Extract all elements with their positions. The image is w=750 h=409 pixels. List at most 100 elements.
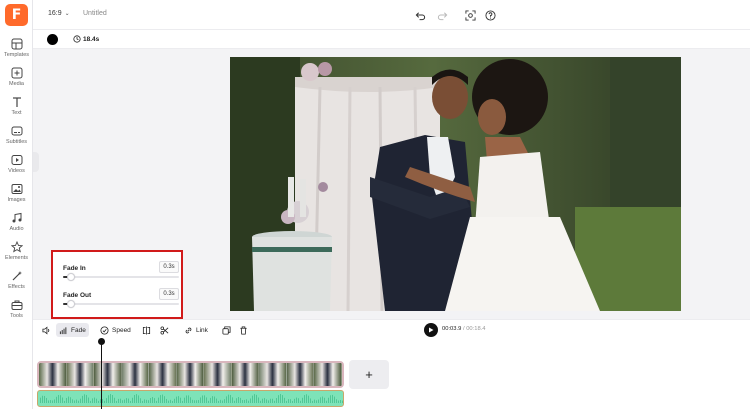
- waveform-bar: [98, 400, 99, 403]
- waveform-bar: [286, 400, 287, 403]
- music-note-icon: [12, 212, 21, 223]
- aspect-ratio-dropdown[interactable]: 16:9 ⌄: [48, 10, 70, 17]
- waveform-bar: [138, 395, 139, 403]
- fade-out-value-input[interactable]: 0.3s: [159, 288, 179, 300]
- sidebar-item-audio[interactable]: Audio: [0, 212, 33, 240]
- play-icon: [429, 327, 434, 333]
- text-icon: [12, 97, 21, 107]
- delete-button[interactable]: [236, 323, 251, 337]
- sidebar-item-templates[interactable]: Templates: [0, 38, 33, 66]
- video-thumbnail: [149, 363, 177, 386]
- waveform-bar: [296, 397, 297, 403]
- wedding-dance-frame: [230, 57, 681, 311]
- fade-out-row: Fade Out 0.3s: [63, 287, 179, 308]
- duration-control[interactable]: 18.4s: [73, 35, 99, 43]
- waveform-bar: [154, 398, 155, 403]
- add-clip-button[interactable]: +: [349, 360, 389, 389]
- sidebar-item-videos[interactable]: Videos: [0, 154, 33, 182]
- fade-out-slider-knob[interactable]: [67, 300, 75, 308]
- sidebar-item-elements[interactable]: Elements: [0, 241, 33, 269]
- undo-button[interactable]: [413, 8, 427, 22]
- duration-value: 18.4s: [83, 35, 100, 43]
- waveform-bar: [84, 394, 85, 403]
- waveform-bar: [212, 396, 213, 403]
- audio-waveform-track[interactable]: [37, 390, 344, 407]
- redo-button[interactable]: [435, 8, 449, 22]
- video-thumbnail: [259, 363, 287, 386]
- waveform-bar: [172, 400, 173, 403]
- fade-in-row: Fade In 0.3s: [63, 260, 179, 281]
- waveform-bar: [324, 397, 325, 403]
- waveform-bar: [158, 397, 159, 403]
- duplicate-button[interactable]: [219, 323, 234, 337]
- video-clip-track[interactable]: [37, 361, 344, 388]
- waveform-bar: [108, 395, 109, 403]
- waveform-bar: [202, 395, 203, 403]
- waveform-bar: [196, 400, 197, 403]
- waveform-bar: [200, 397, 201, 403]
- waveform-bar: [272, 398, 273, 403]
- playhead-handle[interactable]: [98, 338, 105, 345]
- waveform-bar: [250, 398, 251, 403]
- waveform-bar: [164, 396, 165, 403]
- aspect-ratio-value: 16:9: [48, 10, 62, 17]
- sidebar-item-images[interactable]: Images: [0, 183, 33, 211]
- waveform-bar: [184, 397, 185, 403]
- waveform-bar: [162, 394, 163, 403]
- waveform-bar: [124, 399, 125, 403]
- image-icon: [11, 184, 22, 194]
- waveform-bar: [42, 395, 43, 403]
- fade-in-label: Fade In: [63, 265, 86, 272]
- video-thumbnail: [121, 363, 150, 386]
- waveform-bar: [216, 398, 217, 403]
- waveform-bar: [116, 400, 117, 403]
- fade-in-value-input[interactable]: 0.3s: [159, 261, 179, 273]
- sidebar-item-text[interactable]: Text: [0, 96, 33, 124]
- templates-icon: [11, 38, 22, 50]
- sidebar-label: Images: [7, 197, 26, 203]
- waveform-bar: [192, 399, 193, 403]
- waveform-bar: [222, 400, 223, 403]
- sidebar-item-tools[interactable]: Tools: [0, 299, 33, 327]
- app-logo[interactable]: F: [5, 4, 28, 26]
- waveform-bar: [334, 396, 335, 403]
- document-title[interactable]: Untitled: [83, 10, 107, 17]
- split-button[interactable]: [139, 323, 154, 337]
- fade-in-slider[interactable]: [63, 273, 179, 281]
- video-thumbnail: [231, 363, 260, 386]
- volume-button[interactable]: [39, 323, 54, 337]
- help-button[interactable]: [483, 8, 497, 22]
- cut-button[interactable]: [157, 323, 172, 337]
- waveform-bar: [340, 400, 341, 403]
- video-thumbnail: [286, 363, 315, 386]
- screenshot-button[interactable]: [463, 8, 477, 22]
- background-color-swatch[interactable]: [47, 34, 58, 45]
- chevron-down-icon: ⌄: [64, 11, 70, 17]
- waveform-bar: [220, 399, 221, 403]
- sidebar-item-subtitles[interactable]: Subtitles: [0, 125, 33, 153]
- waveform-bar: [264, 398, 265, 403]
- speed-gauge-icon: [100, 325, 109, 335]
- editor-app: F Templates Media Text Subtitles Videos …: [0, 0, 750, 409]
- waveform-bar: [152, 397, 153, 403]
- waveform-bar: [230, 394, 231, 403]
- waveform-bar: [236, 398, 237, 403]
- fade-out-slider[interactable]: [63, 300, 179, 308]
- link-button[interactable]: Link: [181, 323, 211, 337]
- fade-button[interactable]: Fade: [56, 323, 89, 337]
- sidebar-item-media[interactable]: Media: [0, 67, 33, 95]
- waveform-bar: [132, 397, 133, 403]
- sidebar-label: Subtitles: [5, 139, 28, 145]
- sidebar-item-effects[interactable]: Effects: [0, 270, 33, 298]
- play-button[interactable]: [424, 323, 438, 337]
- sidebar-collapse-handle[interactable]: [33, 152, 39, 172]
- total-time: / 00:18.4: [462, 326, 486, 332]
- video-preview-canvas[interactable]: [230, 57, 681, 311]
- playhead-line[interactable]: [101, 341, 102, 409]
- waveform-bar: [120, 398, 121, 403]
- waveform-bar: [74, 400, 75, 403]
- waveform-bar: [248, 400, 249, 403]
- speed-button[interactable]: Speed: [97, 323, 134, 337]
- fade-in-slider-knob[interactable]: [67, 273, 75, 281]
- effects-icon: [12, 271, 22, 281]
